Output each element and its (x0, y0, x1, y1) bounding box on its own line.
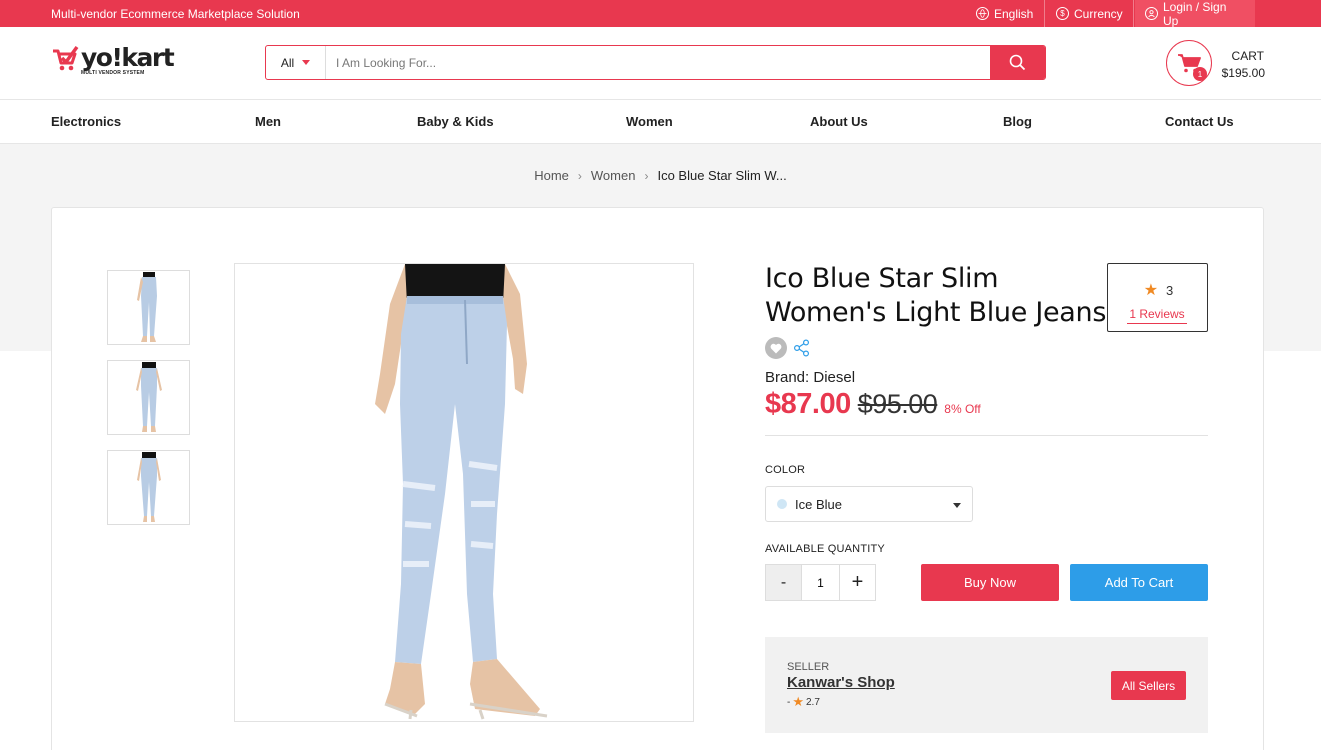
breadcrumb-home[interactable]: Home (534, 168, 569, 183)
quantity-input[interactable] (802, 565, 839, 600)
nav-item-contact-us[interactable]: Contact Us (1165, 114, 1234, 129)
language-label: English (994, 6, 1034, 21)
currency-selector[interactable]: $ Currency (1046, 0, 1133, 27)
breadcrumb-current: Ico Blue Star Slim W... (657, 168, 787, 183)
star-icon: ★ (792, 694, 804, 709)
nav-item-baby-kids[interactable]: Baby & Kids (417, 114, 494, 129)
search-input[interactable] (326, 46, 990, 79)
buy-now-button[interactable]: Buy Now (921, 564, 1059, 601)
color-value: Ice Blue (795, 496, 842, 512)
star-icon: ★ (1143, 282, 1159, 299)
chevron-right-icon: › (644, 168, 649, 183)
seller-panel: SELLER Kanwar's Shop - ★ 2.7 All Sellers (765, 637, 1208, 733)
rating-box: ★ 3 1 Reviews (1107, 263, 1208, 332)
search-bar: All (265, 45, 1046, 80)
thumbnail-3[interactable] (107, 450, 190, 525)
color-swatch (777, 499, 787, 509)
add-to-cart-button[interactable]: Add To Cart (1070, 564, 1208, 601)
rating-value-row: ★ 3 (1108, 280, 1209, 300)
cart-button[interactable]: 1 CART $195.00 (1166, 40, 1276, 86)
current-price: $87.00 (765, 388, 851, 420)
user-icon (1145, 7, 1158, 20)
globe-icon (976, 7, 989, 20)
search-category-label: All (280, 55, 295, 70)
search-icon (1009, 54, 1026, 71)
logo-subtitle: MULTI VENDOR SYSTEM (81, 70, 145, 76)
login-signup-link[interactable]: Login / Sign Up (1135, 0, 1255, 28)
seller-rating-prefix: - (787, 696, 791, 708)
cart-logo-icon (53, 45, 79, 71)
divider (765, 435, 1208, 436)
cart-label: CART (1231, 49, 1264, 63)
wishlist-button[interactable] (765, 337, 787, 359)
price-row: $87.00 $95.00 8% Off (765, 388, 981, 421)
chevron-right-icon: › (577, 168, 582, 183)
quantity-decrease-button[interactable]: - (766, 565, 802, 600)
product-title: Ico Blue Star Slim Women's Light Blue Je… (765, 263, 1107, 328)
product-brand: Brand: Diesel (765, 369, 856, 386)
topbar-divider (1044, 0, 1045, 27)
top-bar: Multi-vendor Ecommerce Marketplace Solut… (0, 0, 1321, 28)
seller-name-link[interactable]: Kanwar's Shop (787, 674, 895, 691)
search-button[interactable] (990, 46, 1045, 79)
chevron-down-icon (953, 503, 961, 508)
logo-text: yo!kart (81, 43, 175, 72)
quantity-label: AVAILABLE QUANTITY (765, 543, 885, 555)
tagline: Multi-vendor Ecommerce Marketplace Solut… (51, 7, 300, 21)
jeans-product-image (375, 264, 548, 720)
main-nav: Electronics Men Baby & Kids Women About … (0, 100, 1321, 144)
login-label: Login / Sign Up (1163, 0, 1227, 28)
topbar-divider (1133, 0, 1134, 27)
all-sellers-button[interactable]: All Sellers (1111, 671, 1186, 700)
discount-label: 8% Off (944, 402, 981, 416)
color-select[interactable]: Ice Blue (765, 486, 973, 522)
product-main-image[interactable] (234, 263, 694, 722)
nav-item-blog[interactable]: Blog (1003, 114, 1032, 129)
heart-icon (770, 343, 782, 353)
nav-item-about-us[interactable]: About Us (810, 114, 868, 129)
seller-rating: - ★ 2.7 (787, 694, 820, 710)
chevron-down-icon (302, 60, 311, 65)
share-icon (793, 339, 810, 357)
color-label: COLOR (765, 464, 806, 476)
share-button[interactable] (793, 339, 811, 357)
seller-label: SELLER (787, 661, 830, 673)
thumbnail-2[interactable] (107, 360, 190, 435)
language-selector[interactable]: English (966, 0, 1043, 27)
jeans-thumbnail-image (136, 271, 157, 342)
dollar-icon: $ (1056, 7, 1069, 20)
nav-item-electronics[interactable]: Electronics (51, 114, 121, 129)
nav-item-women[interactable]: Women (626, 114, 673, 129)
breadcrumb-women[interactable]: Women (591, 168, 636, 183)
thumbnail-1[interactable] (107, 270, 190, 345)
quantity-stepper: - + (765, 564, 876, 601)
breadcrumb: Home › Women › Ico Blue Star Slim W... (0, 168, 1321, 183)
rating-value: 3 (1166, 283, 1174, 298)
original-price: $95.00 (857, 389, 938, 419)
seller-rating-value: 2.7 (806, 696, 820, 708)
logo[interactable]: yo!kart MULTI VENDOR SYSTEM (51, 43, 175, 76)
reviews-link[interactable]: 1 Reviews (1127, 307, 1187, 324)
cart-amount: $195.00 (1221, 66, 1265, 80)
header: yo!kart MULTI VENDOR SYSTEM All 1 CART $… (0, 27, 1321, 100)
jeans-thumbnail-image (136, 451, 161, 522)
search-category-dropdown[interactable]: All (266, 46, 326, 79)
cart-icon-circle (1166, 40, 1212, 86)
currency-label: Currency (1074, 6, 1123, 21)
quantity-increase-button[interactable]: + (839, 565, 875, 600)
jeans-thumbnail-image (135, 361, 162, 432)
cart-count-badge: 1 (1193, 67, 1207, 81)
nav-item-men[interactable]: Men (255, 114, 281, 129)
